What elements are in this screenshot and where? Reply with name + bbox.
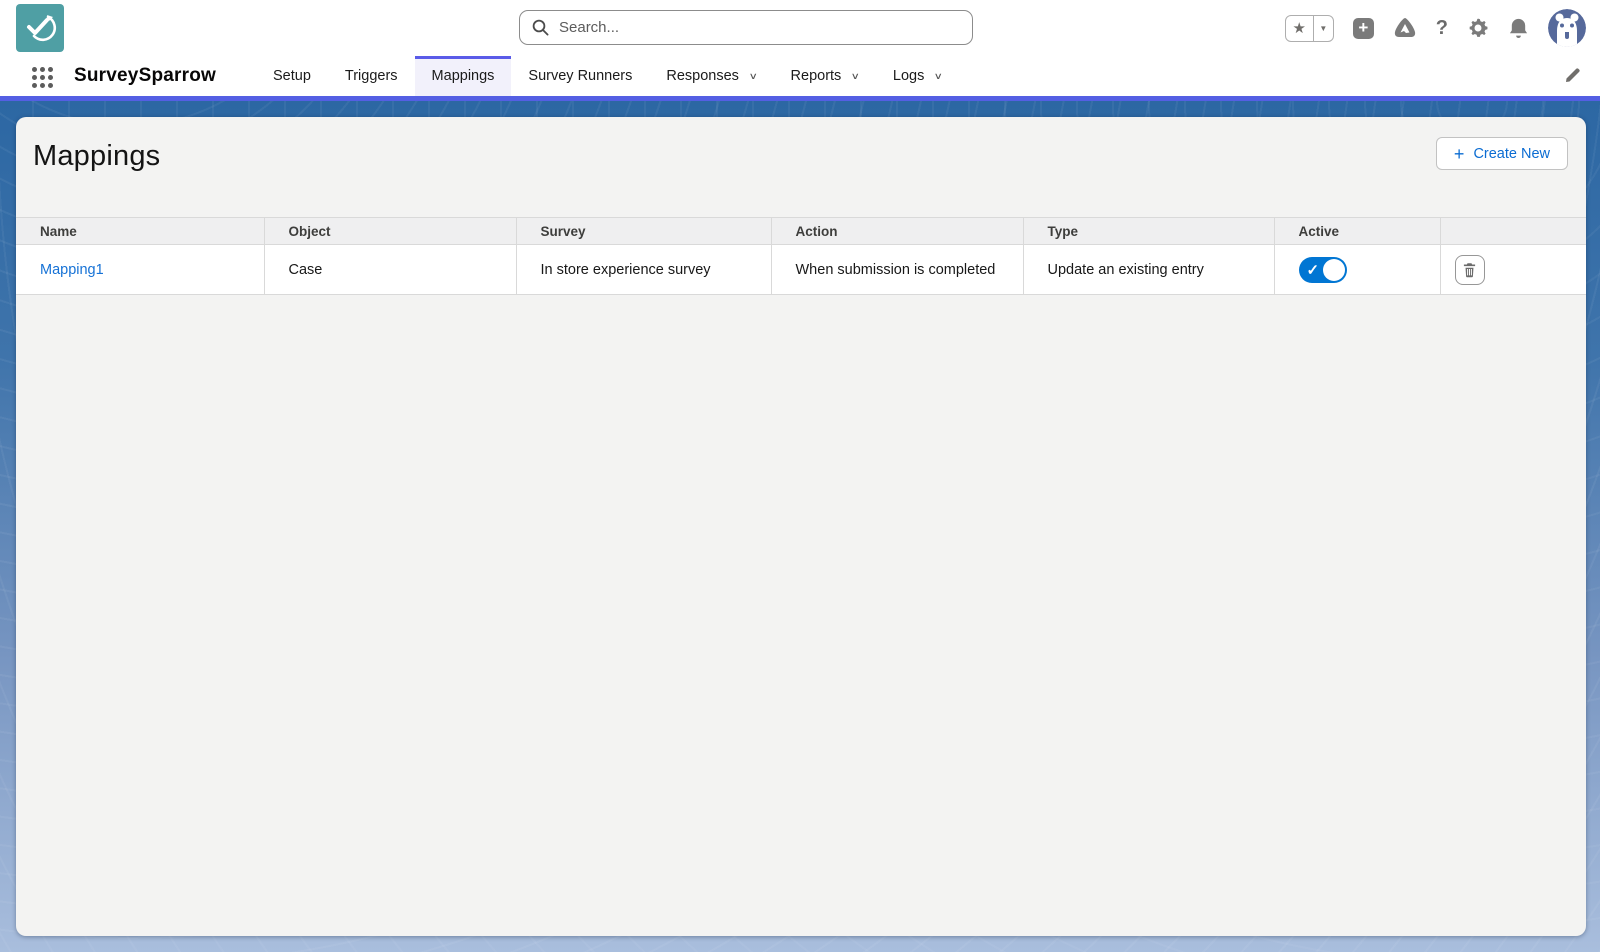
tab-triggers[interactable]: Triggers: [328, 56, 415, 96]
tab-responses[interactable]: Responses ∨: [649, 56, 773, 96]
mappings-card: Mappings + Create New Name Object Survey…: [16, 117, 1586, 936]
column-header-active: Active: [1274, 218, 1440, 245]
plus-icon: +: [1454, 145, 1465, 163]
column-header-name: Name: [16, 218, 264, 245]
column-header-object: Object: [264, 218, 516, 245]
column-header-survey: Survey: [516, 218, 771, 245]
search-icon: [532, 19, 549, 36]
column-header-action: Action: [771, 218, 1023, 245]
global-search[interactable]: [519, 10, 973, 45]
mapping-name-link[interactable]: Mapping1: [40, 262, 104, 278]
active-toggle[interactable]: ✓: [1299, 257, 1347, 283]
guidance-center-button[interactable]: [1393, 16, 1417, 40]
pencil-icon: [1564, 66, 1582, 84]
column-header-type: Type: [1023, 218, 1274, 245]
search-input[interactable]: [559, 19, 960, 36]
gear-icon: [1467, 17, 1489, 39]
tab-survey-runners[interactable]: Survey Runners: [511, 56, 649, 96]
bell-icon: [1508, 17, 1529, 39]
cell-object: Case: [264, 245, 516, 295]
delete-mapping-button[interactable]: [1455, 255, 1485, 285]
tab-setup[interactable]: Setup: [256, 56, 328, 96]
favorites-button-group[interactable]: ★ ▼: [1285, 15, 1334, 42]
chevron-down-icon: ∨: [851, 71, 860, 82]
trailhead-mountain-icon: [1393, 16, 1417, 40]
notifications-button[interactable]: [1508, 17, 1529, 39]
surveysparrow-logo[interactable]: [16, 4, 64, 52]
mappings-table: Name Object Survey Action Type Active Ma…: [16, 217, 1586, 295]
plus-icon: +: [1353, 18, 1374, 39]
tab-logs[interactable]: Logs ∨: [876, 56, 959, 96]
chevron-down-icon: ∨: [749, 71, 758, 82]
global-actions-button[interactable]: +: [1353, 18, 1374, 39]
favorites-star-icon[interactable]: ★: [1286, 16, 1313, 41]
cell-survey: In store experience survey: [516, 245, 771, 295]
main-background: Mappings + Create New Name Object Survey…: [0, 101, 1600, 952]
setup-gear-button[interactable]: [1467, 17, 1489, 39]
page-title: Mappings: [33, 140, 160, 173]
app-name: SurveySparrow: [74, 65, 216, 87]
create-new-button[interactable]: + Create New: [1436, 137, 1568, 170]
user-avatar[interactable]: [1548, 9, 1586, 47]
header-actions: ★ ▼ + ?: [1285, 0, 1586, 56]
global-header: ★ ▼ + ?: [0, 0, 1600, 56]
chevron-down-icon: ∨: [934, 71, 943, 82]
table-row: Mapping1 Case In store experience survey…: [16, 245, 1586, 295]
card-header: Mappings + Create New: [16, 117, 1586, 217]
favorites-caret-icon[interactable]: ▼: [1313, 16, 1333, 41]
create-new-label: Create New: [1473, 146, 1550, 162]
sparrow-check-icon: [23, 11, 57, 45]
cell-type: Update an existing entry: [1023, 245, 1274, 295]
trash-icon: [1462, 262, 1477, 278]
tab-reports[interactable]: Reports ∨: [774, 56, 876, 96]
app-launcher-icon[interactable]: [32, 67, 53, 88]
cell-action: When submission is completed: [771, 245, 1023, 295]
nav-tabs: Setup Triggers Mappings Survey Runners R…: [256, 56, 959, 96]
check-icon: ✓: [1307, 261, 1320, 279]
tab-mappings[interactable]: Mappings: [415, 56, 512, 96]
edit-nav-button[interactable]: [1564, 66, 1582, 89]
table-header-row: Name Object Survey Action Type Active: [16, 218, 1586, 245]
column-header-actions: [1440, 218, 1586, 245]
app-navigation-bar: SurveySparrow Setup Triggers Mappings Su…: [0, 56, 1600, 96]
help-button[interactable]: ?: [1436, 17, 1448, 40]
bear-avatar-icon: [1548, 9, 1586, 47]
toggle-knob: [1323, 259, 1345, 281]
